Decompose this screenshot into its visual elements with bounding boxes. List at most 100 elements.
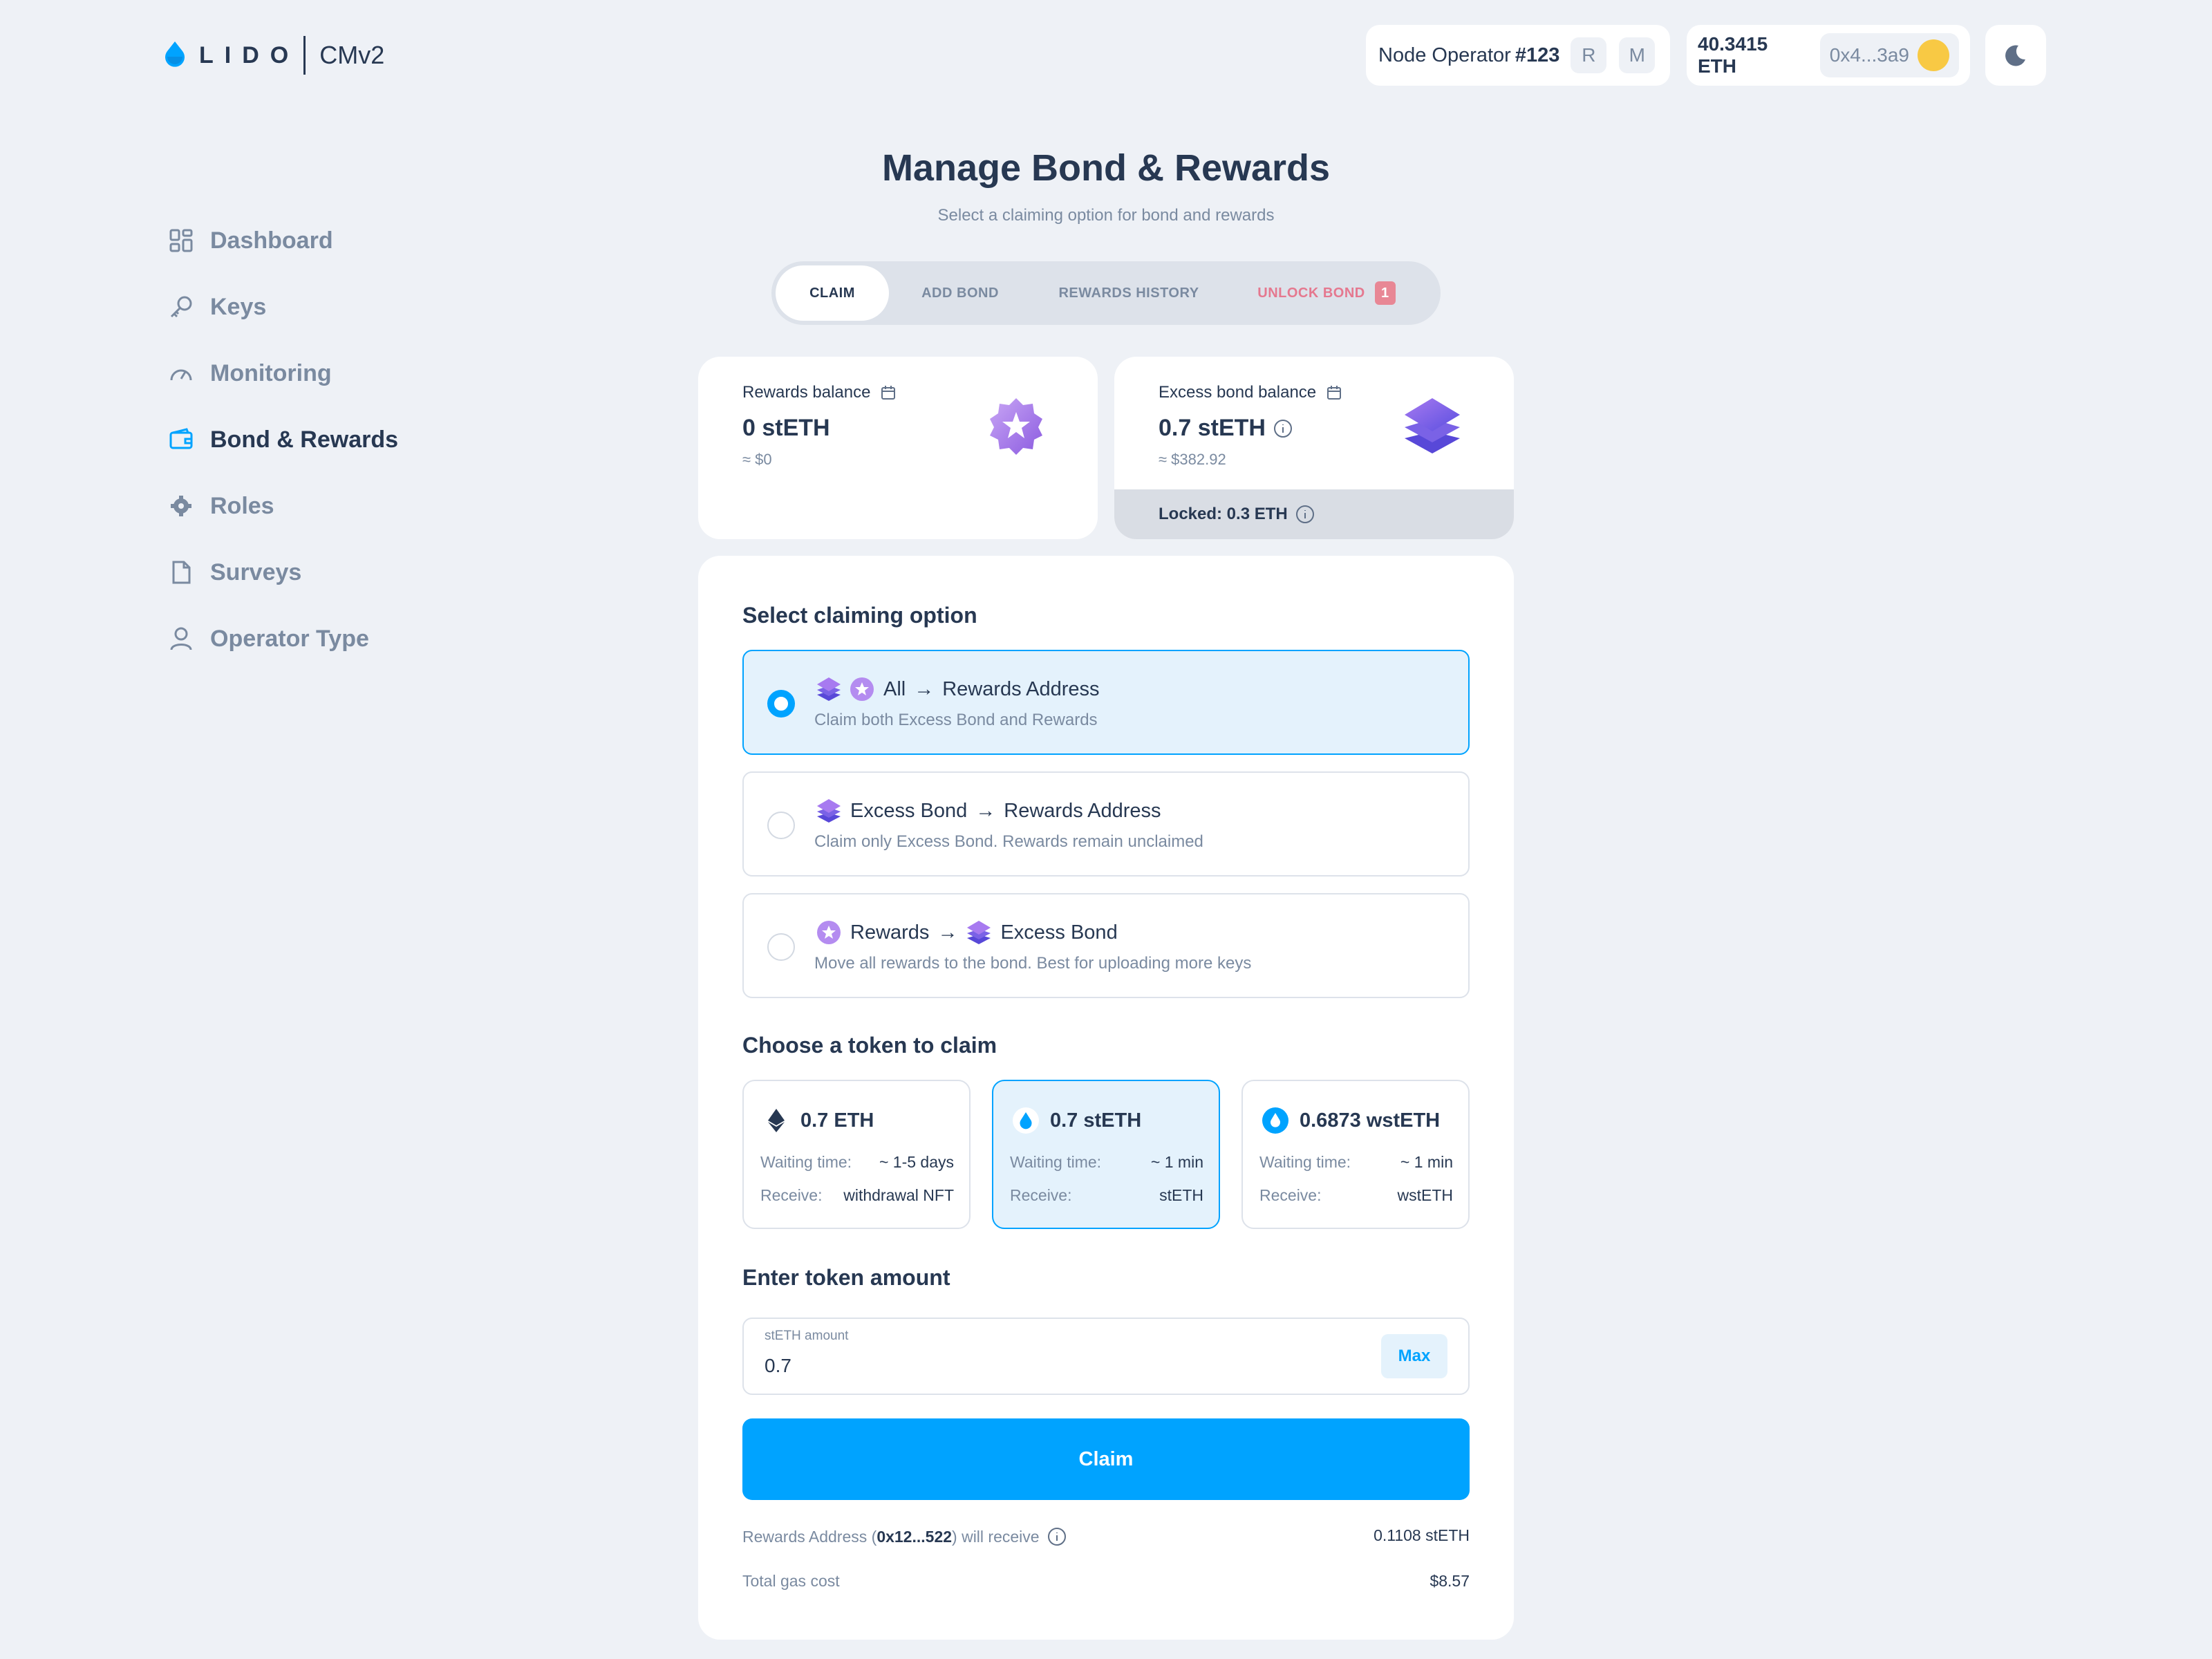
claim-option-rewards-to-bond[interactable]: Rewards → Excess Bond Move all rewards t… [742, 893, 1470, 998]
tab-unlock-bond[interactable]: UNLOCK BOND 1 [1226, 265, 1427, 321]
locked-bond-bar: Locked: 0.3 ETH [1114, 489, 1514, 539]
receive-suffix: ) will receive [952, 1527, 1040, 1546]
excess-bond-label-row: Excess bond balance [1159, 383, 1342, 402]
rewards-address: 0x12...522 [877, 1527, 953, 1546]
token-amount: 0.7 stETH [1050, 1109, 1142, 1132]
wallet-button[interactable]: 40.3415 ETH 0x4...3a9 [1687, 25, 1970, 86]
token-receive-label: Receive: [760, 1186, 823, 1204]
option-title-b: Rewards Address [942, 677, 1100, 700]
excess-bond-usd: ≈ $382.92 [1159, 451, 1226, 468]
claim-form-card: Select claiming option All → Rewards Add… [698, 556, 1514, 1640]
claim-option-all[interactable]: All → Rewards Address Claim both Excess … [742, 650, 1470, 755]
claim-button[interactable]: Claim [742, 1418, 1470, 1500]
radio-unselected[interactable] [767, 812, 795, 839]
sidebar-item-surveys[interactable]: Surveys [167, 539, 398, 606]
wallet-address-pill: 0x4...3a9 [1819, 33, 1959, 77]
operator-label: Node Operator [1378, 44, 1511, 66]
amount-field-label: stETH amount [765, 1329, 849, 1343]
brand-divider [303, 36, 306, 75]
locked-bond-text: Locked: 0.3 ETH [1159, 505, 1288, 523]
amount-input[interactable] [765, 1355, 1318, 1377]
rewards-star-icon [817, 921, 841, 944]
info-icon[interactable] [1295, 504, 1315, 525]
token-receive-row: Receive: wstETH [1259, 1186, 1453, 1205]
calendar-icon[interactable] [880, 384, 897, 401]
document-icon [167, 559, 195, 586]
info-icon[interactable] [1273, 418, 1293, 439]
info-icon[interactable] [1047, 1526, 1067, 1547]
page-title: Manage Bond & Rewards [881, 147, 1331, 189]
node-operator-selector[interactable]: Node Operator #123 R M [1366, 25, 1670, 86]
gas-cost-value: $8.57 [1430, 1572, 1470, 1590]
excess-bond-value: 0.7 stETH [1159, 415, 1266, 441]
sidebar-item-keys[interactable]: Keys [167, 274, 398, 340]
rewards-star-icon [850, 677, 874, 701]
sidebar-item-bond-rewards[interactable]: Bond & Rewards [167, 406, 398, 473]
sidebar-item-roles[interactable]: Roles [167, 473, 398, 539]
tab-claim[interactable]: CLAIM [776, 265, 889, 321]
option-title: Excess Bond → Rewards Address [816, 798, 1161, 824]
arrow-icon: → [937, 921, 958, 944]
option-title-a: Excess Bond [850, 799, 968, 822]
amount-field[interactable]: stETH amount Max [742, 1318, 1470, 1395]
tab-rewards-history[interactable]: REWARDS HISTORY [1031, 265, 1226, 321]
bond-layers-icon [817, 677, 841, 701]
gas-cost-row: Total gas cost $8.57 [742, 1572, 1470, 1591]
wallet-address: 0x4...3a9 [1829, 44, 1909, 66]
sidebar-item-operator-type[interactable]: Operator Type [167, 606, 398, 672]
token-wait-value: ~ 1 min [1150, 1153, 1203, 1171]
wsteth-icon [1261, 1106, 1290, 1135]
radio-unselected[interactable] [767, 933, 795, 961]
sidebar-nav: Dashboard Keys Monitoring Bond & Rewards [167, 207, 398, 672]
token-amount: 0.6873 wstETH [1300, 1109, 1441, 1132]
tab-add-bond[interactable]: ADD BOND [889, 265, 1031, 321]
token-option-steth[interactable]: 0.7 stETH Waiting time: ~ 1 min Receive:… [992, 1080, 1220, 1229]
sidebar-item-monitoring[interactable]: Monitoring [167, 340, 398, 406]
steth-icon [1011, 1106, 1040, 1135]
sidebar-item-label: Dashboard [210, 227, 333, 254]
bond-layers-icon [967, 921, 991, 944]
token-option-wsteth[interactable]: 0.6873 wstETH Waiting time: ~ 1 min Rece… [1241, 1080, 1470, 1229]
sidebar-item-label: Surveys [210, 559, 302, 585]
brand-logo[interactable]: LIDO CMv2 [163, 36, 384, 75]
brand-product: CMv2 [319, 41, 385, 69]
option-description: Move all rewards to the bond. Best for u… [814, 954, 1252, 973]
rewards-balance-value: 0 stETH [742, 415, 830, 441]
theme-toggle-button[interactable] [1985, 25, 2046, 86]
token-wait-row: Waiting time: ~ 1 min [1010, 1153, 1203, 1172]
excess-bond-label: Excess bond balance [1159, 383, 1317, 402]
grid-icon [167, 227, 195, 254]
excess-bond-value-row: 0.7 stETH [1159, 415, 1293, 442]
token-receive-label: Receive: [1259, 1186, 1322, 1204]
lido-drop-icon [165, 41, 185, 67]
sidebar-item-label: Operator Type [210, 625, 369, 652]
token-receive-value: stETH [1159, 1186, 1203, 1204]
option-title-a: All [883, 677, 906, 700]
wallet-avatar [1918, 39, 1949, 71]
token-receive-row: Receive: withdrawal NFT [760, 1186, 954, 1205]
calendar-icon[interactable] [1326, 384, 1342, 401]
max-button[interactable]: Max [1381, 1334, 1447, 1378]
option-title-b: Excess Bond [1000, 921, 1118, 944]
radio-selected[interactable] [767, 690, 795, 718]
token-wait-label: Waiting time: [760, 1153, 852, 1171]
token-head: 0.7 stETH [1011, 1106, 1141, 1135]
token-receive-label: Receive: [1010, 1186, 1072, 1204]
excess-bond-card: Excess bond balance 0.7 stETH ≈ $382.92 … [1114, 357, 1514, 539]
token-wait-value: ~ 1-5 days [879, 1153, 954, 1171]
claim-option-heading: Select claiming option [742, 603, 977, 628]
tab-bar: CLAIM ADD BOND REWARDS HISTORY UNLOCK BO… [771, 261, 1441, 325]
sidebar-item-label: Keys [210, 293, 267, 320]
option-title: Rewards → Excess Bond [816, 919, 1118, 946]
token-option-eth[interactable]: 0.7 ETH Waiting time: ~ 1-5 days Receive… [742, 1080, 971, 1229]
gear-icon [167, 492, 195, 520]
unlock-count-badge: 1 [1374, 281, 1396, 305]
sidebar-item-label: Roles [210, 492, 274, 519]
user-icon [167, 625, 195, 653]
wallet-balance: 40.3415 ETH [1698, 33, 1768, 77]
token-head: 0.7 ETH [762, 1106, 874, 1135]
gas-cost-label: Total gas cost [742, 1572, 840, 1590]
receive-summary-row: Rewards Address (0x12...522) will receiv… [742, 1526, 1470, 1547]
claim-option-excess-bond[interactable]: Excess Bond → Rewards Address Claim only… [742, 771, 1470, 877]
moon-icon [2005, 45, 2025, 66]
